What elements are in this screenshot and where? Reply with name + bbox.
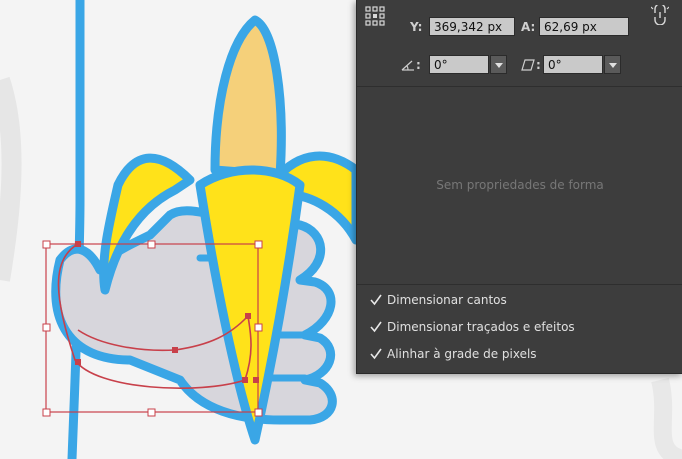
reference-point-icon[interactable] <box>365 6 385 28</box>
section-divider <box>357 284 682 285</box>
option-align-pixel-grid[interactable]: Alinhar à grade de pixels <box>369 345 537 363</box>
y-position-input[interactable]: 369,342 px <box>429 17 515 36</box>
option-scale-strokes-effects[interactable]: Dimensionar traçados e efeitos <box>369 318 575 336</box>
rotate-label: : <box>416 58 421 72</box>
checkmark-icon[interactable] <box>369 320 383 334</box>
shear-label: : <box>536 58 541 72</box>
section-divider <box>357 86 682 87</box>
option-scale-corners[interactable]: Dimensionar cantos <box>369 291 507 309</box>
option-label: Alinhar à grade de pixels <box>387 347 537 361</box>
shear-angle-input[interactable]: 0° <box>543 55 603 74</box>
checkmark-icon[interactable] <box>369 293 383 307</box>
option-label: Dimensionar cantos <box>387 293 507 307</box>
no-shape-properties-message: Sem propriedades de forma <box>436 178 604 192</box>
a-label: A: <box>521 20 536 34</box>
transform-properties-panel: Y: 369,342 px A: 62,69 px : 0° : 0° Sem … <box>356 0 682 374</box>
rotate-angle-icon <box>401 59 415 71</box>
y-label: Y: <box>410 20 423 34</box>
height-input[interactable]: 62,69 px <box>539 17 629 36</box>
checkmark-icon[interactable] <box>369 347 383 361</box>
shear-icon <box>521 59 535 71</box>
constrain-icon[interactable] <box>650 3 670 26</box>
option-label: Dimensionar traçados e efeitos <box>387 320 575 334</box>
shear-dropdown-chevron-down-icon[interactable] <box>604 55 621 74</box>
rotate-angle-input[interactable]: 0° <box>429 55 489 74</box>
rotate-dropdown-chevron-down-icon[interactable] <box>490 55 507 74</box>
